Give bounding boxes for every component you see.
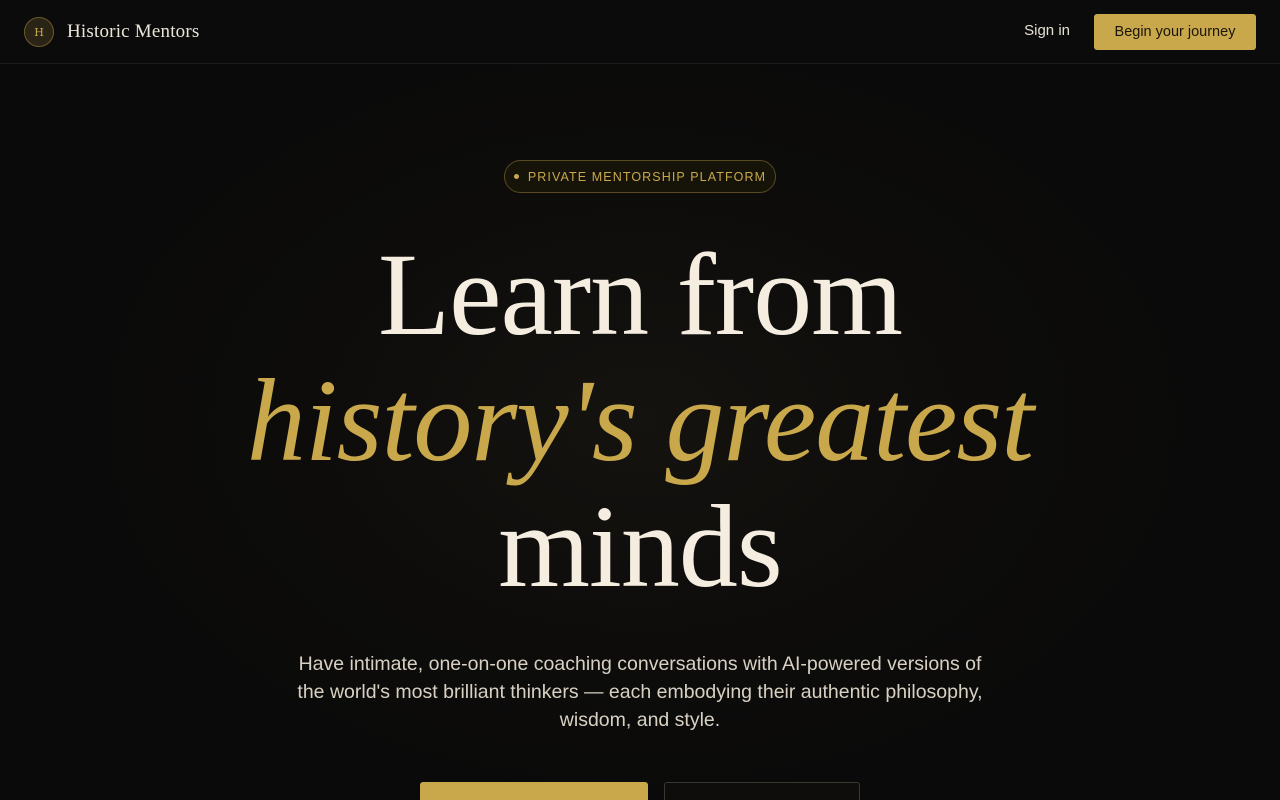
hero-headline: Learn from history's greatest minds xyxy=(0,232,1280,610)
headline-line-1: Learn from xyxy=(378,229,903,360)
brand-logo-link[interactable]: H Historic Mentors xyxy=(24,16,200,48)
brand-name: Historic Mentors xyxy=(67,21,200,42)
badge-dot-icon xyxy=(513,174,519,179)
platform-badge: PRIVATE MENTORSHIP PLATFORM xyxy=(504,160,776,193)
top-navigation-bar: H Historic Mentors Sign in Begin your jo… xyxy=(0,0,1280,64)
headline-line-3: minds xyxy=(498,481,783,612)
badge-label: PRIVATE MENTORSHIP PLATFORM xyxy=(527,169,767,184)
headline-line-2-accent: history's greatest xyxy=(246,355,1034,486)
hero-secondary-button[interactable] xyxy=(664,782,860,800)
hero-subtitle: Have intimate, one-on-one coaching conve… xyxy=(297,653,983,731)
hero-primary-button[interactable] xyxy=(420,782,648,800)
sign-in-link[interactable]: Sign in xyxy=(1024,22,1070,39)
begin-journey-button[interactable]: Begin your journey xyxy=(1094,14,1256,50)
brand-monogram-icon: H xyxy=(24,17,54,47)
